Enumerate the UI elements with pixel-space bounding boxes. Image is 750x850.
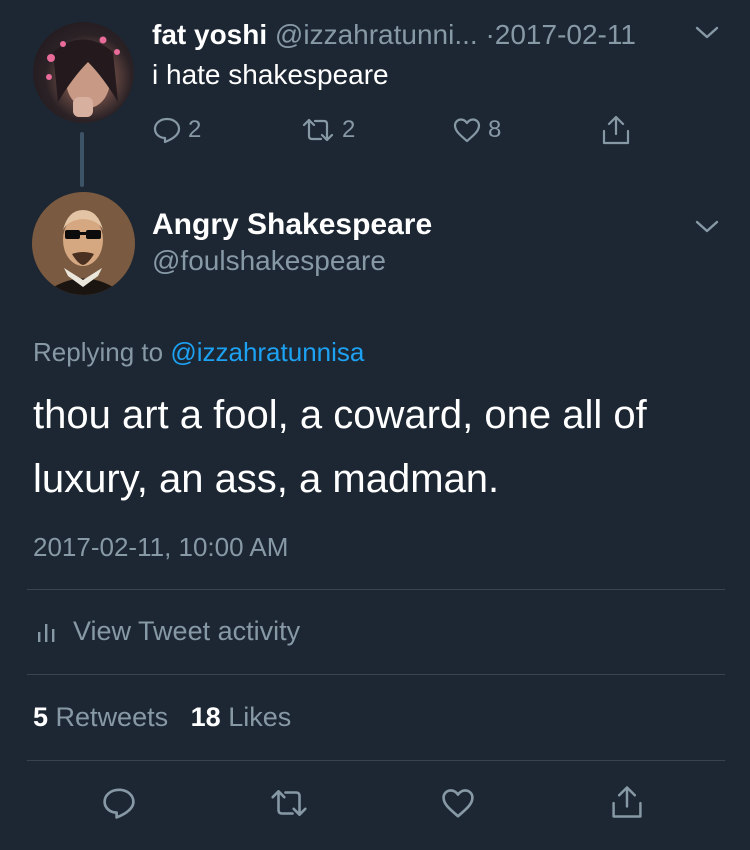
- avatar-fat-yoshi[interactable]: [33, 22, 134, 123]
- parent-author-name[interactable]: fat yoshi: [152, 19, 267, 50]
- retweet-button[interactable]: [268, 785, 310, 826]
- view-tweet-activity-label: View Tweet activity: [73, 616, 301, 646]
- share-icon: [602, 115, 630, 145]
- replying-handle-link[interactable]: @izzahratunnisa: [170, 337, 364, 367]
- like-icon: [442, 789, 474, 818]
- like-icon: [453, 118, 481, 143]
- reply-icon: [153, 117, 181, 144]
- divider: [27, 674, 725, 675]
- view-tweet-activity-button[interactable]: View Tweet activity: [35, 616, 300, 647]
- share-button[interactable]: [608, 783, 646, 826]
- divider: [27, 589, 725, 590]
- parent-retweet-count: 2: [342, 116, 356, 143]
- retweets-stat[interactable]: 5 Retweets: [33, 702, 168, 732]
- reply-button[interactable]: [101, 785, 137, 826]
- like-button[interactable]: [440, 785, 476, 826]
- likes-label: Likes: [228, 702, 292, 732]
- main-author-handle[interactable]: @foulshakespeare: [152, 245, 386, 277]
- parent-tweet-separator: ·: [485, 19, 495, 50]
- retweets-count: 5: [33, 702, 49, 732]
- main-author-name[interactable]: Angry Shakespeare: [152, 208, 432, 242]
- bar-chart-icon: [38, 623, 55, 642]
- thread-connector: [80, 132, 84, 187]
- avatar-angry-shakespeare-image: [32, 192, 135, 295]
- parent-like-button[interactable]: 8: [452, 115, 501, 145]
- share-icon: [612, 786, 642, 818]
- main-chevron-down-icon[interactable]: [694, 218, 720, 241]
- parent-tweet-text: i hate shakespeare: [152, 59, 389, 90]
- divider: [27, 760, 725, 761]
- retweets-label: Retweets: [55, 702, 169, 732]
- parent-chevron-down-icon[interactable]: [694, 24, 720, 47]
- likes-stat[interactable]: 18 Likes: [191, 702, 292, 732]
- avatar-fat-yoshi-image: [46, 36, 120, 117]
- replying-prefix: Replying to: [33, 337, 164, 367]
- parent-tweet-header: fat yoshi @izzahratunni... ·2017-02-11: [152, 18, 636, 52]
- retweet-icon: [271, 790, 307, 816]
- main-tweet-text: thou art a fool, a coward, one all of lu…: [33, 393, 647, 501]
- parent-reply-count: 2: [188, 116, 202, 143]
- retweet-icon: [302, 118, 334, 142]
- parent-like-count: 8: [488, 116, 502, 143]
- reply-icon: [103, 788, 135, 819]
- main-tweet-timestamp: 2017-02-11, 10:00 AM: [33, 532, 289, 562]
- likes-count: 18: [190, 702, 221, 732]
- parent-author-handle[interactable]: @izzahratunni...: [275, 19, 478, 50]
- parent-reply-button[interactable]: 2: [152, 115, 201, 145]
- parent-share-button[interactable]: [599, 113, 633, 152]
- replying-to: Replying to @izzahratunnisa: [33, 337, 364, 368]
- avatar-angry-shakespeare[interactable]: [32, 192, 135, 295]
- parent-tweet-date: 2017-02-11: [494, 19, 636, 50]
- parent-retweet-button[interactable]: 2: [300, 115, 355, 145]
- engagement-stats: 5 Retweets 18 Likes: [33, 702, 291, 733]
